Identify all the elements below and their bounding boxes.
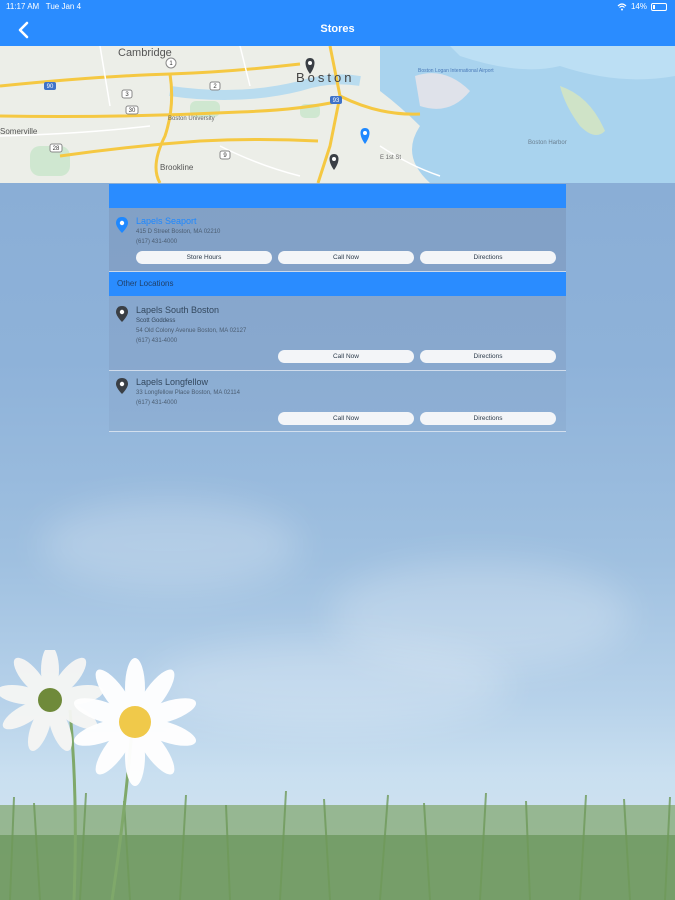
store-address: 33 Longfellow Place Boston, MA 02114: [136, 390, 240, 396]
status-bar: 11:17 AM Tue Jan 4 14%: [0, 0, 675, 14]
store-map[interactable]: Cambridge Boston Boston University Brook…: [0, 46, 675, 183]
route-badge: 28: [53, 146, 60, 152]
store-name[interactable]: Lapels Seaport: [136, 216, 197, 226]
map-label-somerville: Somerville: [0, 127, 38, 136]
wifi-icon: [617, 3, 627, 11]
route-badge: 30: [129, 108, 136, 114]
store-address: 54 Old Colony Avenue Boston, MA 02127: [136, 328, 247, 334]
store-phone: (617) 431-4000: [136, 239, 178, 245]
other-locations-header: Other Locations: [109, 272, 566, 296]
battery-percent: 14%: [630, 2, 647, 11]
map-label-harbor: Boston Harbor: [528, 140, 567, 146]
map-label-brookline: Brookline: [160, 163, 194, 172]
map-label-airport: Boston Logan International Airport: [418, 68, 494, 74]
store-contact: Scott Goddess: [136, 318, 176, 324]
route-badge: 93: [333, 98, 340, 104]
call-now-button[interactable]: Call Now: [278, 350, 414, 363]
daisy-flowers: [0, 650, 197, 900]
featured-store-header: [109, 184, 566, 208]
directions-button[interactable]: Directions: [420, 350, 556, 363]
call-now-button[interactable]: Call Now: [278, 412, 414, 425]
store-name[interactable]: Lapels South Boston: [136, 305, 219, 315]
status-time: 11:17 AM: [6, 2, 40, 11]
store-name[interactable]: Lapels Longfellow: [136, 377, 208, 387]
route-badge: 90: [47, 84, 54, 90]
page-title: Stores: [320, 23, 355, 35]
directions-button[interactable]: Directions: [420, 412, 556, 425]
status-date: Tue Jan 4: [45, 2, 82, 11]
store-card-longfellow[interactable]: Lapels Longfellow 33 Longfellow Place Bo…: [109, 371, 566, 432]
store-address: 415 D Street Boston, MA 02210: [136, 229, 221, 235]
status-time-date: 11:17 AM Tue Jan 4: [6, 0, 81, 14]
location-pin-icon: [116, 217, 128, 233]
store-phone: (617) 431-4000: [136, 338, 178, 344]
map-label-bu: Boston University: [168, 116, 215, 122]
battery-icon: [651, 3, 667, 11]
map-canvas[interactable]: Cambridge Boston Boston University Brook…: [0, 46, 675, 183]
nav-bar: Stores: [0, 14, 675, 46]
location-pin-icon: [116, 378, 128, 394]
featured-store-card[interactable]: Lapels Seaport 415 D Street Boston, MA 0…: [109, 208, 566, 272]
call-now-button[interactable]: Call Now: [278, 251, 414, 264]
map-label-cambridge: Cambridge: [118, 47, 172, 59]
store-hours-button[interactable]: Store Hours: [136, 251, 272, 264]
store-card-south-boston[interactable]: Lapels South Boston Scott Goddess 54 Old…: [109, 296, 566, 371]
map-label-city: Boston: [296, 70, 354, 85]
status-right: 14%: [617, 0, 667, 14]
store-phone: (617) 431-4000: [136, 400, 178, 406]
directions-button[interactable]: Directions: [420, 251, 556, 264]
cloud: [40, 500, 300, 590]
location-pin-icon: [116, 306, 128, 322]
map-label-e1st: E 1st St: [380, 155, 401, 161]
